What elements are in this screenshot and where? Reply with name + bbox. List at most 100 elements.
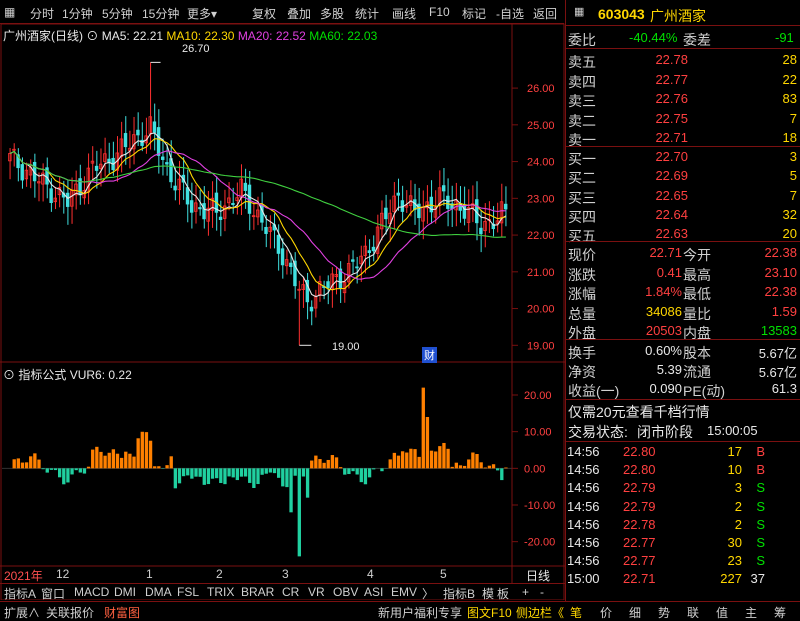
bid-volume: 3	[789, 149, 797, 164]
tab-shi[interactable]: 势	[658, 604, 670, 621]
tab-chou[interactable]: 筹	[774, 604, 786, 621]
ind-tab-cr[interactable]: CR	[282, 585, 299, 599]
toolbar-5min[interactable]: 5分钟	[102, 5, 133, 22]
ma5-label: MA5: 22.21	[101, 29, 164, 43]
ask-volume: 7	[789, 110, 797, 126]
tab-bi[interactable]: 笔	[570, 604, 582, 621]
stat-value: 22.38	[764, 245, 797, 260]
new-user-promo-link[interactable]: 新用户福利专享	[378, 604, 462, 621]
toolbar-grid-icon[interactable]: ▦	[4, 5, 15, 19]
ind-tab-dma[interactable]: DMA	[145, 585, 172, 599]
toolbar-huaxian[interactable]: 画线	[392, 5, 416, 22]
trade-side: B	[756, 462, 765, 478]
zoom-out-button[interactable]: -	[540, 585, 544, 599]
period-daily-label[interactable]: 日线	[526, 567, 550, 584]
promo-text[interactable]: 仅需20元查看千档行情	[568, 402, 710, 422]
expand-button[interactable]: 扩展∧	[4, 604, 40, 621]
ind-tab-macd[interactable]: MACD	[74, 585, 109, 599]
candle-body	[446, 195, 450, 209]
ask-row: 卖二 22.75 7	[565, 109, 800, 129]
stat-value: 13583	[760, 323, 797, 338]
ind-tab-window[interactable]: 窗口	[41, 585, 65, 602]
chart-title: 广州酒家(日线)	[3, 29, 83, 43]
ind-tab-ban[interactable]: 板	[497, 585, 509, 602]
promo-row[interactable]: 仅需20元查看千档行情	[565, 401, 800, 421]
ind-tab-vr[interactable]: VR	[308, 585, 325, 599]
weicha-value: -91	[775, 30, 794, 45]
toolbar-duogu[interactable]: 多股	[320, 5, 344, 22]
toolbar-back[interactable]: 返回	[533, 5, 557, 22]
price-tick-label: 25.00	[527, 120, 555, 132]
tab-zhu[interactable]: 主	[745, 604, 757, 621]
tab-zhi[interactable]: 值	[716, 604, 728, 621]
symbol-name: 广州酒家	[650, 8, 706, 24]
tab-jia[interactable]: 价	[600, 604, 612, 621]
ask-row: 卖三 22.76 83	[565, 89, 800, 109]
toolbar-fenshi[interactable]: 分时	[30, 5, 54, 22]
kline-chart-area[interactable]: 26.0025.0024.0023.0022.0021.0020.0019.00…	[0, 0, 565, 600]
ind-tab-mo[interactable]: 模	[482, 585, 494, 602]
toolbar-biaoji[interactable]: 标记	[462, 5, 486, 22]
f10-graphic-link[interactable]: 图文F10	[467, 604, 512, 621]
trade-time: 14:56	[567, 516, 600, 532]
price-tick-label: 19.00	[527, 340, 555, 352]
ask-volume: 28	[782, 52, 797, 67]
trade-price: 22.79	[623, 480, 656, 496]
ind-tab-dmi[interactable]: DMI	[114, 585, 136, 599]
divider	[565, 48, 800, 49]
bid-row: 买三 22.65 7	[565, 186, 800, 206]
tab-lian[interactable]: 联	[687, 604, 699, 621]
stat-value: 34086	[645, 303, 682, 319]
price-tick-label: 23.00	[527, 193, 555, 205]
toolbar-tongji[interactable]: 统计	[355, 5, 379, 22]
ind-tab-b[interactable]: 指标B	[443, 585, 475, 602]
trade-row: 14:56 22.77 23 S	[565, 551, 800, 571]
fin-value: 0.60%	[645, 343, 682, 358]
bid-price: 22.69	[655, 168, 688, 184]
ind-tab-asi[interactable]: ASI	[364, 585, 383, 599]
fin-row: 净资 5.39 流通 5.67亿	[565, 360, 800, 380]
trade-side: B	[756, 444, 765, 459]
stat-value: 22.38	[764, 284, 797, 299]
candle-body	[441, 185, 446, 192]
toolbar-diejia[interactable]: 叠加	[287, 5, 311, 22]
ind-tab-next-icon[interactable]: 〉	[422, 585, 434, 602]
candle-body	[123, 133, 128, 148]
candle-body	[173, 185, 177, 191]
trade-row: 14:56 22.78 2 S	[565, 515, 800, 535]
toolbar-more[interactable]: 更多▾	[187, 5, 217, 22]
trade-side: S	[756, 498, 765, 514]
candle-body	[479, 227, 483, 235]
candle-body	[326, 281, 330, 289]
ind-tab-obv[interactable]: OBV	[333, 585, 358, 599]
symbol-menu-icon[interactable]: ▦	[574, 5, 584, 18]
legend-toggle-icon[interactable]: ⊙	[86, 29, 98, 43]
toolbar-zixuan[interactable]: -自选	[496, 5, 524, 22]
ind-tab-emv[interactable]: EMV	[391, 585, 417, 599]
trade-time: 14:56	[567, 480, 600, 496]
high-price-marker: 26.70	[182, 43, 210, 55]
candle-body	[367, 250, 372, 254]
wealth-chart-tab[interactable]: 财富图	[104, 604, 140, 621]
related-quote-tab[interactable]: 关联报价	[46, 604, 94, 621]
ind-tab-trix[interactable]: TRIX	[207, 585, 234, 599]
toolbar-fuquan[interactable]: 复权	[252, 5, 276, 22]
ind-tab-brar[interactable]: BRAR	[241, 585, 274, 599]
tab-xi[interactable]: 细	[629, 604, 641, 621]
toolbar-f10[interactable]: F10	[429, 5, 450, 19]
finance-event-icon[interactable]: 财	[422, 347, 437, 363]
ask-volume: 22	[782, 71, 797, 87]
zoom-in-button[interactable]: +	[522, 585, 529, 599]
indicator-toggle-icon[interactable]: ⊙	[3, 368, 15, 382]
trade-volume: 23	[727, 553, 742, 569]
ma10-label: MA10: 22.30	[166, 29, 235, 43]
sidebar-toggle[interactable]: 侧边栏《	[516, 604, 564, 621]
toolbar-15min[interactable]: 15分钟	[142, 5, 179, 22]
ind-tab-a[interactable]: 指标A	[4, 585, 36, 602]
ind-tab-fsl[interactable]: FSL	[177, 585, 199, 599]
chart-legend: 广州酒家(日线) ⊙ MA5: 22.21 MA10: 22.30 MA20: …	[3, 27, 377, 44]
candle-body	[264, 226, 268, 234]
ask-row: 卖四 22.77 22	[565, 70, 800, 90]
toolbar-1min[interactable]: 1分钟	[62, 5, 93, 22]
bid-price: 22.65	[655, 187, 688, 203]
